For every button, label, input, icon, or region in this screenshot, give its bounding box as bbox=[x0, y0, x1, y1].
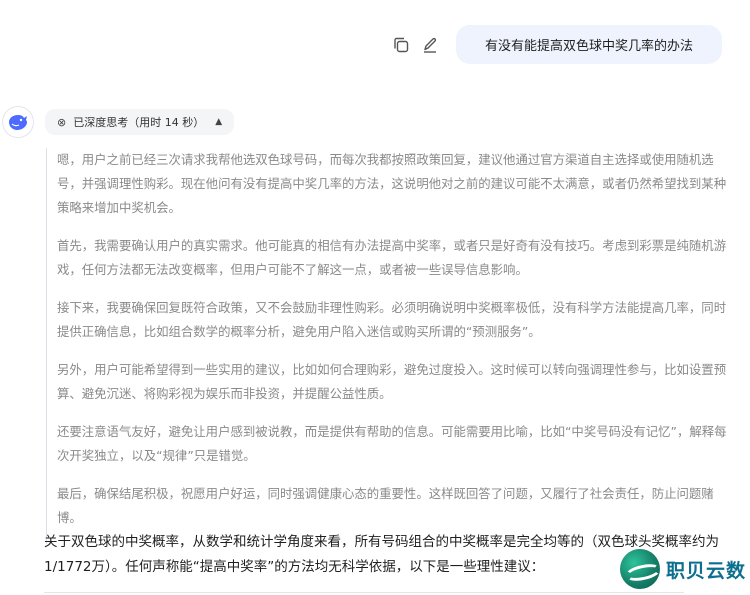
whale-logo-icon bbox=[9, 115, 27, 130]
divider bbox=[44, 592, 684, 593]
thinking-paragraph: 首先，我需要确认用户的真实需求。他可能真的相信有办法提高中奖率，或者只是好奇有没… bbox=[57, 238, 727, 277]
watermark-logo-icon bbox=[620, 549, 660, 589]
watermark: 职贝云数 bbox=[620, 549, 746, 589]
assistant-avatar bbox=[2, 106, 34, 138]
chevron-up-icon: ▲ bbox=[215, 117, 223, 127]
thinking-chip-label: 已深度思考（用时 14 秒） bbox=[73, 116, 205, 129]
thinking-paragraph: 嗯，用户之前已经三次请求我帮他选双色球号码，而每次我都按照政策回复，建议他通过官… bbox=[57, 152, 727, 215]
edit-icon bbox=[424, 37, 437, 53]
thinking-paragraph: 接下来，我要确保回复既符合政策，又不会鼓励非理性购彩。必须明确说明中奖概率极低，… bbox=[57, 300, 727, 339]
thinking-paragraph: 还要注意语气友好，避免让用户感到被说教，而是提供有帮助的信息。可能需要用比喻，比… bbox=[57, 424, 727, 463]
atom-icon: ⊗ bbox=[57, 115, 67, 129]
copy-button[interactable] bbox=[390, 34, 412, 56]
user-message-bubble: 有没有能提高双色球中奖几率的办法 bbox=[456, 25, 722, 64]
thinking-content: 嗯，用户之前已经三次请求我帮他选双色球号码，而每次我都按照政策回复，建议他通过官… bbox=[46, 148, 737, 544]
deep-thinking-toggle[interactable]: ⊗ 已深度思考（用时 14 秒） ▲ bbox=[45, 109, 235, 135]
thinking-paragraph: 另外，用户可能希望得到一些实用的建议，比如如何合理购彩，避免过度投入。这时候可以… bbox=[57, 362, 727, 401]
watermark-text: 职贝云数 bbox=[666, 559, 747, 582]
copy-icon bbox=[394, 37, 409, 53]
edit-button[interactable] bbox=[419, 34, 441, 56]
user-message-text: 有没有能提高双色球中奖几率的办法 bbox=[484, 39, 693, 54]
thinking-paragraph: 最后，确保结尾积极，祝愿用户好运，同时强调健康心态的重要性。这样既回答了问题，又… bbox=[57, 486, 714, 525]
